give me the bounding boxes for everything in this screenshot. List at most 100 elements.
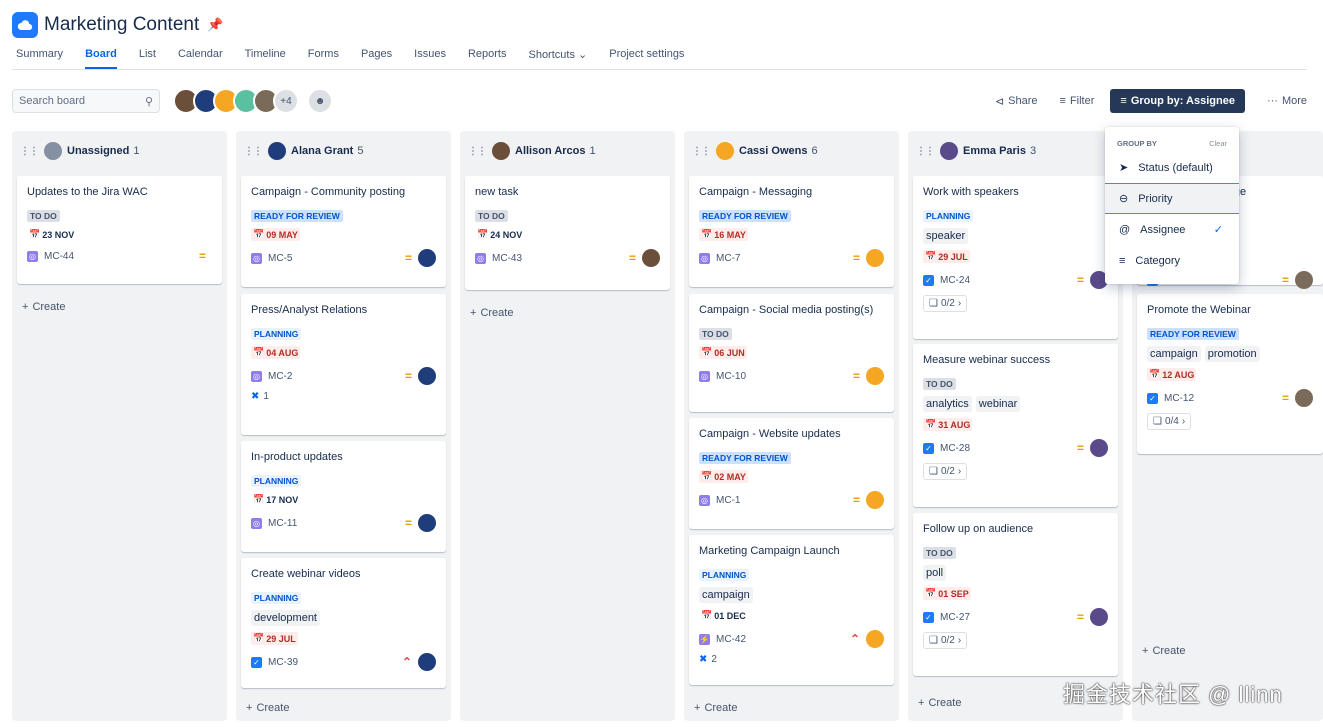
assignee-avatar[interactable] xyxy=(866,630,884,648)
issue-card[interactable]: Follow up on audience TO DO poll 📅 01 SEP ✓ … xyxy=(913,513,1118,676)
drag-handle-icon[interactable]: ⋮⋮ xyxy=(916,146,935,157)
tab-issues[interactable]: Issues xyxy=(414,48,446,67)
child-progress: 0/2 xyxy=(940,635,955,646)
calendar-icon: 📅 xyxy=(701,229,713,239)
issue-card[interactable]: In-product updates PLANNING 📅 17 NOV ◎ MC-1… xyxy=(241,441,446,552)
child-issues-button[interactable]: ❏ 0/2 › xyxy=(923,463,968,480)
create-button[interactable]: + Create xyxy=(470,307,513,319)
menu-item-category[interactable]: ≡ Category xyxy=(1105,245,1239,276)
create-button[interactable]: + Create xyxy=(918,697,961,709)
child-issues-button[interactable]: ❏ 0/2 › xyxy=(923,295,968,312)
tab-forms[interactable]: Forms xyxy=(308,48,339,67)
issue-key[interactable]: MC-7 xyxy=(716,253,853,264)
child-issues-button[interactable]: ❏ 0/2 › xyxy=(923,632,968,649)
clear-button[interactable]: Clear xyxy=(1209,139,1227,148)
menu-item-priority[interactable]: ⊖ Priority xyxy=(1105,183,1239,214)
issue-card[interactable]: Work with speakers PLANNING speaker 📅 29 JUL… xyxy=(913,176,1118,339)
tab-list[interactable]: List xyxy=(139,48,156,67)
label-tag[interactable]: campaign xyxy=(1147,346,1201,362)
drag-handle-icon[interactable]: ⋮⋮ xyxy=(244,146,263,157)
create-button[interactable]: + Create xyxy=(1142,645,1185,657)
calendar-icon: 📅 xyxy=(253,229,265,239)
issue-key[interactable]: MC-5 xyxy=(268,253,405,264)
label-tag[interactable]: analytics xyxy=(923,396,972,412)
tab-reports[interactable]: Reports xyxy=(468,48,507,67)
filter-button[interactable]: ≡ Filter xyxy=(1060,95,1095,107)
issue-card[interactable]: Updates to the Jira WAC TO DO 📅 23 NOV ◎ MC… xyxy=(17,176,222,284)
label-tag[interactable]: development xyxy=(251,610,320,626)
more-button[interactable]: ··· More xyxy=(1267,95,1307,107)
assignee-avatar[interactable] xyxy=(418,514,436,532)
issue-card[interactable]: new task TO DO 📅 24 NOV ◎ MC-43 = xyxy=(465,176,670,290)
tab-project-settings[interactable]: Project settings xyxy=(609,48,684,67)
child-issues-button[interactable]: ❏ 0/4 › xyxy=(1147,413,1192,430)
assignee-avatar[interactable] xyxy=(1295,271,1313,289)
group-by-button[interactable]: ≡ Group by: Assignee xyxy=(1110,89,1245,113)
label-tag[interactable]: speaker xyxy=(923,228,969,244)
project-header: Marketing Content 📌 xyxy=(12,12,223,38)
issue-key[interactable]: MC-28 xyxy=(940,443,1077,454)
assignee-avatar[interactable] xyxy=(418,367,436,385)
label-tag[interactable]: poll xyxy=(923,565,947,581)
issue-key[interactable]: MC-1 xyxy=(716,495,853,506)
tab-timeline[interactable]: Timeline xyxy=(245,48,286,67)
tab-summary[interactable]: Summary xyxy=(16,48,63,67)
subtask-count[interactable]: ✖ 2 xyxy=(699,654,884,665)
label-tag[interactable]: campaign xyxy=(699,587,753,603)
tab-calendar[interactable]: Calendar xyxy=(178,48,223,67)
pin-icon[interactable]: 📌 xyxy=(207,17,223,33)
share-button[interactable]: ⊲ Share xyxy=(995,95,1038,108)
status-lozenge: PLANNING xyxy=(251,592,302,604)
label-tag[interactable]: promotion xyxy=(1204,346,1260,362)
issue-key[interactable]: MC-10 xyxy=(716,371,853,382)
column-count: 1 xyxy=(133,145,140,157)
issue-key[interactable]: MC-11 xyxy=(268,518,405,529)
assignee-avatar[interactable] xyxy=(1090,439,1108,457)
menu-item-status[interactable]: ➤ Status (default) xyxy=(1105,152,1239,183)
drag-handle-icon[interactable]: ⋮⋮ xyxy=(692,146,711,157)
issue-card[interactable]: Promote the Webinar READY FOR REVIEW campa… xyxy=(1137,294,1323,454)
issue-key[interactable]: MC-27 xyxy=(940,612,1077,623)
assignee-avatar[interactable] xyxy=(1295,389,1313,407)
issue-card[interactable]: Measure webinar success TO DO analytics web… xyxy=(913,344,1118,507)
assignee-avatar[interactable] xyxy=(642,249,660,267)
create-button[interactable]: + Create xyxy=(246,702,289,714)
assignee-avatar[interactable] xyxy=(866,249,884,267)
create-button[interactable]: + Create xyxy=(694,702,737,714)
issue-card[interactable]: Marketing Campaign Launch PLANNING campaig… xyxy=(689,535,894,685)
issue-key[interactable]: MC-44 xyxy=(44,251,199,262)
board-column: ⋮⋮ Emma Paris 3 Work with speakers PLANNI… xyxy=(908,131,1123,721)
issue-key[interactable]: MC-24 xyxy=(940,275,1077,286)
create-button[interactable]: + Create xyxy=(22,301,65,313)
issue-key[interactable]: MC-39 xyxy=(268,657,402,668)
issue-key[interactable]: MC-42 xyxy=(716,634,850,645)
label-tag[interactable]: webinar xyxy=(975,396,1021,412)
issue-key[interactable]: MC-43 xyxy=(492,253,629,264)
column-count: 3 xyxy=(1029,145,1037,157)
subtask-count[interactable]: ✖1 xyxy=(251,391,436,402)
issue-card[interactable]: Campaign - Community posting READY FOR RE… xyxy=(241,176,446,287)
assignee-avatar[interactable] xyxy=(866,491,884,509)
add-people-icon[interactable]: ☻ xyxy=(307,88,333,114)
search-input[interactable]: Search board ⚲ xyxy=(12,89,160,113)
calendar-icon: 📅 xyxy=(925,419,937,429)
issue-card[interactable]: Campaign - Social media posting(s) TO DO 📅… xyxy=(689,294,894,412)
tab-shortcuts[interactable]: Shortcuts ⌄ xyxy=(528,48,587,67)
more-avatars-badge[interactable]: +4 xyxy=(273,88,299,114)
drag-handle-icon[interactable]: ⋮⋮ xyxy=(468,146,487,157)
issue-card[interactable]: Create webinar videos PLANNING development… xyxy=(241,558,446,688)
assignee-avatar[interactable] xyxy=(866,367,884,385)
assignee-avatar[interactable] xyxy=(1090,608,1108,626)
issue-card[interactable]: Press/Analyst Relations PLANNING 📅 04 AUG ◎… xyxy=(241,294,446,435)
issue-key[interactable]: MC-2 xyxy=(268,371,405,382)
due-date-text: 02 MAY xyxy=(714,471,746,482)
menu-item-assignee[interactable]: @ Assignee ✓ xyxy=(1105,214,1239,245)
issue-key[interactable]: MC-12 xyxy=(1164,393,1282,404)
drag-handle-icon[interactable]: ⋮⋮ xyxy=(20,146,39,157)
tab-board[interactable]: Board xyxy=(85,48,117,69)
assignee-avatar[interactable] xyxy=(418,249,436,267)
issue-card[interactable]: Campaign - Website updates READY FOR REVI… xyxy=(689,418,894,529)
tab-pages[interactable]: Pages xyxy=(361,48,392,67)
issue-card[interactable]: Campaign - Messaging READY FOR REVIEW 📅 16 … xyxy=(689,176,894,287)
assignee-avatar[interactable] xyxy=(418,653,436,671)
